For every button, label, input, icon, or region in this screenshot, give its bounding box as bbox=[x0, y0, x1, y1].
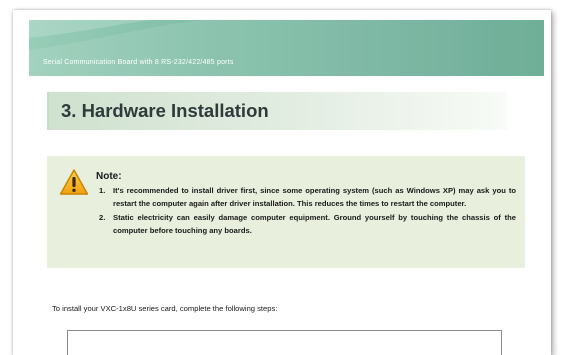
note-title: Note: bbox=[96, 171, 122, 182]
banner-title: Serial Communication Board with 8 RS-232… bbox=[43, 59, 234, 66]
intro-paragraph: To install your VXC-1x8U series card, co… bbox=[52, 304, 278, 313]
warning-icon bbox=[59, 169, 89, 195]
note-item: 1. It's recommended to install driver fi… bbox=[96, 184, 516, 210]
note-box: Note: 1. It's recommended to install dri… bbox=[47, 156, 525, 268]
note-item-text: Static electricity can easily damage com… bbox=[113, 213, 516, 235]
header-banner: Serial Communication Board with 8 RS-232… bbox=[29, 20, 544, 76]
note-item-text: It's recommended to install driver first… bbox=[113, 186, 516, 208]
section-heading: 3. Hardware Installation bbox=[47, 92, 507, 130]
document-page: Serial Communication Board with 8 RS-232… bbox=[13, 10, 551, 355]
note-list: 1. It's recommended to install driver fi… bbox=[96, 184, 516, 238]
note-item-number: 2. bbox=[99, 213, 106, 222]
note-item: 2. Static electricity can easily damage … bbox=[96, 211, 516, 237]
banner-decoration bbox=[29, 20, 544, 76]
section-title: 3. Hardware Installation bbox=[61, 100, 269, 121]
note-item-number: 1. bbox=[99, 186, 106, 195]
